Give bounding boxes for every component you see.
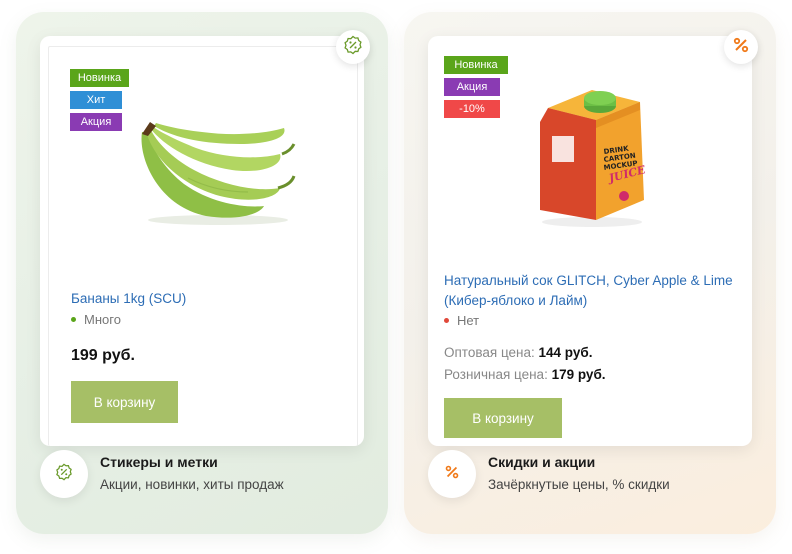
wholesale-price-row: Оптовая цена: 144 руб. [444, 345, 592, 360]
product-title[interactable]: Натуральный сок GLITCH, Cyber Apple & Li… [444, 271, 744, 311]
feature-icon-wrap [40, 450, 88, 498]
sticker-new: Новинка [444, 56, 508, 74]
product-title[interactable]: Бананы 1kg (SCU) [71, 289, 351, 309]
stock-status: Нет [444, 313, 479, 328]
retail-price-row: Розничная цена: 179 руб. [444, 367, 606, 382]
badge-percent-icon [343, 35, 363, 60]
sticker-discount: -10% [444, 100, 500, 118]
percent-icon [732, 36, 750, 59]
feature-title: Стикеры и метки [100, 453, 218, 470]
stock-status: Много [71, 312, 121, 327]
feature-discounts: Скидки и акции Зачёркнутые цены, % скидк… [428, 450, 670, 498]
stock-dot-icon [444, 318, 449, 323]
stickers-panel: Новинка Хит Акция Бананы 1kg (SCU) Много… [16, 12, 388, 534]
sticker-hit: Хит [70, 91, 122, 109]
sticker-new: Новинка [70, 69, 129, 87]
feature-title: Скидки и акции [488, 453, 596, 470]
feature-icon-wrap [428, 450, 476, 498]
stock-label: Нет [457, 313, 480, 328]
product-card-juice: Новинка Акция -10% DRINK CARTON MOCKUP J… [428, 30, 758, 446]
juice-carton-image[interactable]: DRINK CARTON MOCKUP JUICE [530, 80, 650, 235]
product-card-bananas: Новинка Хит Акция Бананы 1kg (SCU) Много… [40, 30, 370, 446]
wholesale-price: 144 руб. [538, 345, 593, 360]
badge-percent-icon [55, 463, 73, 486]
sticker-list: Новинка Хит Акция [70, 69, 129, 131]
stock-dot-icon [71, 317, 76, 322]
retail-price: 179 руб. [551, 367, 606, 382]
sticker-list: Новинка Акция -10% [444, 56, 508, 118]
sticker-sale: Акция [444, 78, 500, 96]
feature-stickers: Стикеры и метки Акции, новинки, хиты про… [40, 450, 284, 498]
sticker-sale: Акция [70, 113, 122, 131]
banana-image[interactable] [128, 118, 298, 233]
discounts-panel: Новинка Акция -10% DRINK CARTON MOCKUP J… [404, 12, 776, 534]
add-to-cart-button[interactable]: В корзину [71, 381, 178, 423]
feature-subtitle: Зачёркнутые цены, % скидки [488, 476, 670, 492]
feature-subtitle: Акции, новинки, хиты продаж [100, 476, 284, 492]
add-to-cart-button[interactable]: В корзину [444, 398, 562, 438]
product-price: 199 руб. [71, 347, 135, 364]
wholesale-label: Оптовая цена: [444, 345, 535, 360]
retail-label: Розничная цена: [444, 367, 548, 382]
stock-label: Много [84, 312, 121, 327]
percent-icon [444, 464, 460, 485]
discount-badge-corner [724, 30, 758, 64]
sticker-badge-corner [336, 30, 370, 64]
